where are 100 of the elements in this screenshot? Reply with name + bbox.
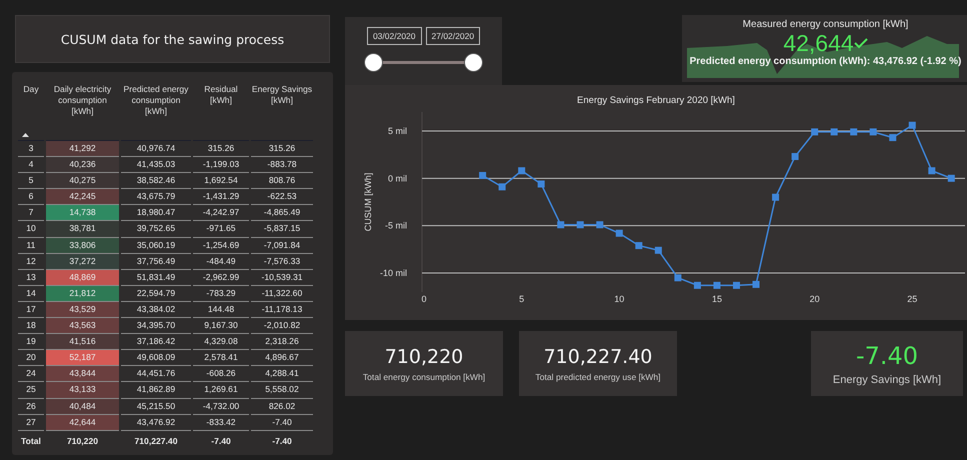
data-point <box>694 282 701 289</box>
axis-tick-label: 10 <box>614 294 624 304</box>
table-cell: 9,167.30 <box>193 318 249 334</box>
total-cell-text: -7.40 <box>271 434 293 448</box>
table-cell: -783.29 <box>193 286 249 302</box>
axis-tick-label: 0 mil <box>388 173 407 184</box>
table-cell: 315.26 <box>193 141 249 158</box>
table-cell: 45,215.50 <box>121 398 191 415</box>
table-cell: 5 <box>18 173 44 190</box>
table-cell: -11,178.13 <box>251 302 313 318</box>
data-point <box>889 134 896 142</box>
table-cell: 1,692.54 <box>193 173 249 190</box>
table-cell: 33,806 <box>46 238 119 254</box>
data-point <box>654 246 662 254</box>
table-cell: 41,435.03 <box>121 157 191 174</box>
table-cell: -10,539.31 <box>251 270 313 286</box>
table-cell: -4,242.97 <box>193 205 249 222</box>
axis-tick-label: -5 mil <box>385 220 407 231</box>
table-cell: 3 <box>18 141 44 158</box>
table-cell: 43,844 <box>46 366 119 382</box>
table-cell: 6 <box>18 189 44 206</box>
table-cell: 41,862.89 <box>121 382 191 398</box>
sort-ascending-icon[interactable] <box>22 133 29 137</box>
table-cell: 4,896.67 <box>251 350 313 366</box>
table-cell: 14,738 <box>46 205 119 222</box>
table-cell: 37,186.42 <box>121 334 191 350</box>
table-cell: 18 <box>18 318 44 334</box>
column-header[interactable]: Predicted energy consumption [kWh] <box>121 84 191 117</box>
table-cell: 2,318.26 <box>251 334 313 350</box>
data-point <box>772 194 780 201</box>
column-header[interactable]: Day <box>23 84 39 95</box>
table-cell: 27 <box>18 414 44 431</box>
total-cell-text: 710,220 <box>66 434 100 448</box>
table-cell: -4,732.00 <box>193 398 249 415</box>
table-cell: 4 <box>18 157 44 174</box>
table-cell: 43,133 <box>46 382 119 398</box>
data-point <box>479 172 486 179</box>
data-point <box>948 174 955 182</box>
table-cell: 43,476.92 <box>121 414 191 431</box>
data-point <box>870 128 877 136</box>
column-header[interactable]: Residual [kWh] <box>193 84 249 106</box>
kpi-title: Measured energy consumption [kWh] <box>742 19 908 30</box>
kpi-subtitle: Predicted energy consumption (kWh): 43,476.92 (-1.92 %) <box>690 56 962 67</box>
card-label: Total energy consumption [kWh] <box>362 372 486 382</box>
data-point <box>538 180 545 188</box>
table-cell: 5,558.02 <box>251 382 313 398</box>
table-cell: 17 <box>18 302 44 318</box>
table-cell: -971.65 <box>193 221 249 238</box>
axis-title: CUSUM [kWh] <box>363 172 373 232</box>
card-label: Energy Savings [kWh] <box>832 374 942 386</box>
data-point <box>928 167 936 174</box>
table-cell: 43,384.02 <box>121 302 191 318</box>
data-point <box>908 122 916 129</box>
data-point <box>733 282 740 289</box>
slider-handle[interactable] <box>464 53 483 72</box>
column-header[interactable]: Daily electricity consumption [kWh] <box>46 84 119 117</box>
table-cell: 24 <box>18 366 44 382</box>
table-cell: 40,236 <box>46 157 119 174</box>
table-cell: 808.76 <box>251 173 313 190</box>
table-cell: 14 <box>18 286 44 302</box>
axis-tick-label: 25 <box>907 294 918 304</box>
total-cell-text: Total <box>20 434 42 448</box>
table-cell: 42,245 <box>46 189 119 206</box>
start-date-field[interactable]: 03/02/2020 <box>366 27 422 45</box>
data-point <box>596 221 604 228</box>
table-cell: 13 <box>18 270 44 286</box>
table-cell: 43,563 <box>46 318 119 334</box>
axis-tick-label: 20 <box>810 294 820 304</box>
total-cell-text: -7.40 <box>210 434 232 448</box>
table-cell: -1,199.03 <box>193 157 249 174</box>
table-cell: 39,752.65 <box>121 221 191 238</box>
card-value: 710,227.40 <box>544 346 652 368</box>
table-cell: 826.02 <box>251 398 313 415</box>
data-point <box>811 128 818 136</box>
table-cell: -1,254.69 <box>193 238 249 254</box>
table-cell: 40,275 <box>46 173 119 190</box>
kpi-value: 42,644 <box>783 30 854 56</box>
data-point <box>713 282 720 289</box>
table-cell: -2,962.99 <box>193 270 249 286</box>
table-cell: 2,578.41 <box>193 350 249 366</box>
slider-handle[interactable] <box>364 53 383 72</box>
axis-tick-label: 0 <box>422 294 426 304</box>
table-cell: -5,837.15 <box>251 221 313 238</box>
table-cell: 21,812 <box>46 286 119 302</box>
table-cell: 38,781 <box>46 221 119 238</box>
table-cell: 20 <box>18 350 44 366</box>
table-cell: 12 <box>18 254 44 270</box>
data-point <box>518 167 526 174</box>
column-header[interactable]: Energy Savings [kWh] <box>251 84 313 106</box>
axis-tick-label: 5 <box>519 294 524 304</box>
table-cell: 19 <box>18 334 44 350</box>
table-cell: -4,865.49 <box>251 205 313 222</box>
table-cell: -7,576.33 <box>251 254 313 270</box>
table-cell: -883.78 <box>251 157 313 174</box>
data-point <box>830 128 838 136</box>
table-cell: 18,980.47 <box>121 205 191 222</box>
end-date-field[interactable]: 27/02/2020 <box>426 27 480 45</box>
table-cell: 25 <box>18 382 44 398</box>
axis-tick-label: 15 <box>712 294 722 304</box>
report-title: CUSUM data for the sawing process <box>15 15 330 63</box>
